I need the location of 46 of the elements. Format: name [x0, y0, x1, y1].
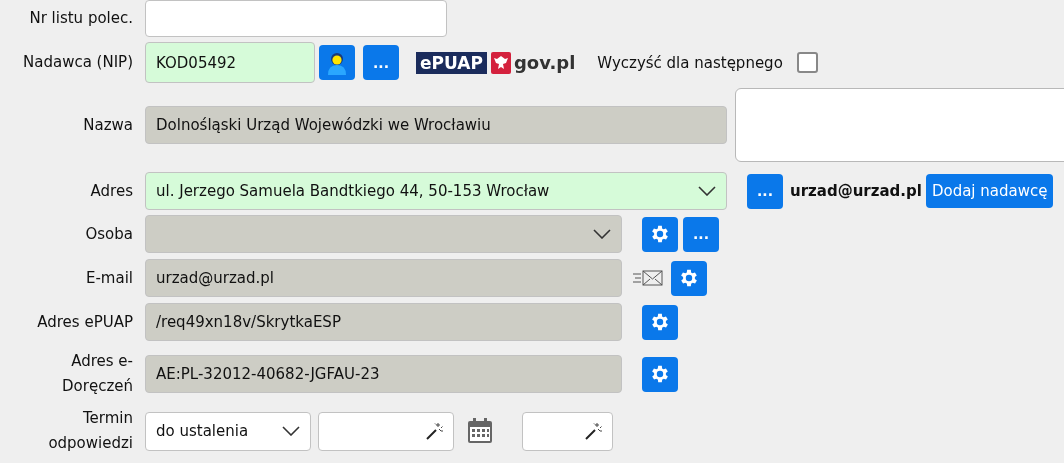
magic-wand-icon [584, 422, 602, 440]
field-label: Nazwa [82, 114, 133, 136]
field-label: Termin odpowiedzi [47, 408, 133, 454]
settings-button[interactable] [642, 216, 678, 252]
deadline-select[interactable]: do ustalenia [145, 411, 311, 451]
field-label: Adres e-Doręczeń [61, 351, 133, 397]
user-button[interactable] [319, 45, 355, 80]
epuap-logo: ePUAP [416, 51, 487, 74]
field-label: Nadawca (NIP) [22, 52, 133, 73]
field-label: E-mail [84, 267, 133, 289]
magic-wand-icon [425, 422, 443, 440]
gov-logo: gov.pl [513, 52, 576, 73]
address-select[interactable]: ul. Jerzego Samuela Bandtkiego 44, 50-153 Wrocław [145, 172, 727, 210]
field-label: Nr listu polec. [28, 8, 133, 29]
input-field[interactable] [145, 0, 447, 37]
user-icon [325, 50, 349, 75]
calendar-icon[interactable] [466, 417, 494, 445]
chevron-icon [282, 426, 300, 436]
settings-button[interactable] [642, 304, 678, 340]
chevron-icon [698, 186, 716, 196]
input-field: Dolnośląski Urząd Wojewódzki we Wrocławiu [145, 106, 727, 144]
input-field: AE:PL-32012-40682-JGFAU-23 [145, 355, 622, 393]
settings-icon [649, 363, 671, 385]
more-button[interactable]: ... [683, 216, 719, 252]
input-field: urzad@urzad.pl [145, 259, 622, 297]
input-field: /req49xn18v/SkrytkaESP [145, 303, 622, 341]
email-text: urzad@urzad.pl [790, 182, 922, 200]
checkbox[interactable] [796, 52, 818, 73]
settings-icon [649, 223, 671, 245]
settings-button[interactable] [671, 260, 707, 296]
more-button[interactable]: ... [363, 45, 399, 80]
chevron-icon [593, 229, 611, 239]
eagle-icon [490, 51, 511, 74]
settings-button[interactable] [642, 356, 678, 392]
more-button[interactable]: ... [747, 173, 783, 209]
input-field[interactable]: KOD05492 [145, 42, 315, 83]
checkbox-label: Wyczyść dla następnego [597, 53, 783, 72]
date-field[interactable] [522, 411, 613, 451]
field-label: Adres ePUAP [36, 311, 133, 333]
date-field[interactable] [318, 411, 454, 451]
field-label: Osoba [84, 223, 133, 245]
envelope-icon[interactable] [632, 269, 664, 287]
field-label: Adres [89, 180, 133, 202]
settings-icon [678, 267, 700, 289]
add-sender-button[interactable]: Dodaj nadawcę [925, 174, 1054, 208]
settings-icon [649, 311, 671, 333]
